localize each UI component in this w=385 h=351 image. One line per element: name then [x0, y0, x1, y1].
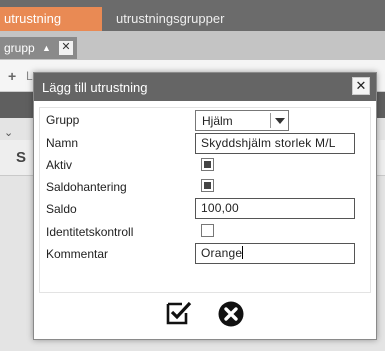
- identitetskontroll-label: Identitetskontroll: [46, 225, 134, 239]
- subtab-label: grupp: [4, 41, 35, 55]
- row-letter: S: [16, 149, 27, 166]
- checkbox-checked-mark: [204, 161, 211, 168]
- sort-up-icon[interactable]: ▲: [42, 37, 51, 59]
- sub-tab-bar: grupp ▲ ✕: [0, 31, 385, 60]
- dialog-title: Lägg till utrustning: [42, 80, 148, 95]
- aktiv-checkbox[interactable]: [201, 158, 214, 171]
- tab-utrustning[interactable]: utrustning: [0, 7, 102, 31]
- add-icon[interactable]: +: [8, 68, 16, 84]
- kommentar-input[interactable]: Orange: [195, 243, 355, 264]
- save-button[interactable]: [165, 300, 193, 326]
- grupp-select[interactable]: Hjälm: [195, 110, 289, 131]
- subtab-grupp[interactable]: grupp ▲ ✕: [0, 37, 77, 59]
- aktiv-label: Aktiv: [46, 158, 73, 172]
- tab-utrustningsgrupper[interactable]: utrustningsgrupper: [102, 7, 242, 31]
- saldohantering-checkbox[interactable]: [201, 179, 214, 192]
- kommentar-value: Orange: [201, 246, 243, 260]
- add-label[interactable]: L: [26, 69, 33, 83]
- identitetskontroll-checkbox[interactable]: [201, 224, 214, 237]
- saldo-label: Saldo: [46, 202, 77, 216]
- checkbox-checked-mark: [204, 182, 211, 189]
- dropdown-caret-icon[interactable]: [275, 118, 285, 124]
- saldohantering-label: Saldohantering: [46, 180, 127, 194]
- dialog-titlebar[interactable]: Lägg till utrustning ✕: [34, 73, 376, 101]
- namn-label: Namn: [46, 136, 79, 150]
- chevron-down-icon[interactable]: ⌄: [4, 126, 13, 139]
- grupp-select-value: Hjälm: [202, 114, 233, 128]
- grupp-label: Grupp: [46, 113, 80, 127]
- cancel-button[interactable]: [217, 300, 245, 328]
- namn-input[interactable]: Skyddshjälm storlek M/L: [195, 133, 355, 154]
- text-cursor: [242, 246, 244, 259]
- close-circle-icon: [218, 301, 244, 327]
- equipment-form: Grupp Hjälm Namn Skyddshjälm storlek M/L…: [39, 107, 371, 293]
- saldo-input[interactable]: 100,00: [195, 198, 355, 219]
- kommentar-label: Kommentar: [46, 247, 109, 261]
- main-tab-bar: utrustning utrustningsgrupper: [0, 0, 385, 31]
- select-divider: [270, 113, 271, 128]
- checkbox-confirm-icon: [166, 301, 192, 325]
- subtab-close-icon[interactable]: ✕: [59, 41, 73, 55]
- dialog-close-icon[interactable]: ✕: [352, 77, 370, 95]
- add-equipment-dialog: Lägg till utrustning ✕ Grupp Hjälm Namn …: [33, 72, 377, 340]
